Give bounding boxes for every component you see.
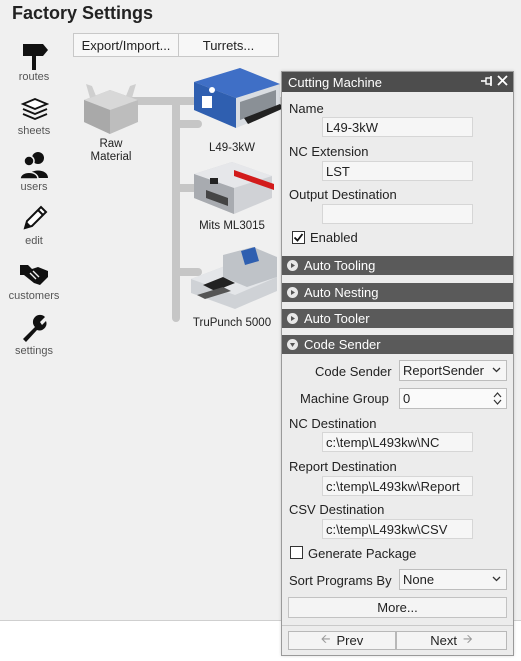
nav-routes[interactable]: routes	[0, 40, 68, 83]
arrow-right-icon: 🡪	[462, 632, 473, 646]
expand-icon	[287, 287, 298, 298]
close-icon[interactable]	[497, 75, 508, 86]
nav-sheets-label: sheets	[17, 125, 51, 137]
node-mits-ml3015[interactable]: Mits ML3015	[182, 156, 282, 233]
section-auto-nesting-label: Auto Nesting	[304, 285, 379, 300]
panel-title: Cutting Machine	[288, 74, 382, 90]
nav-users[interactable]: users	[0, 150, 68, 193]
laser-machine-icon	[194, 68, 284, 128]
code-sender-select[interactable]: ReportSender	[399, 360, 507, 381]
arrow-left-icon: 🡨	[320, 632, 331, 646]
collapse-icon	[287, 339, 298, 350]
nc-extension-label: NC Extension	[289, 144, 369, 159]
csv-destination-field[interactable]: c:\temp\L493kw\CSV	[322, 519, 473, 539]
expand-icon	[287, 260, 298, 271]
name-label: Name	[289, 101, 324, 116]
node-raw-material[interactable]: Raw Material	[76, 78, 146, 164]
page-title: Factory Settings	[12, 3, 154, 23]
export-import-button[interactable]: Export/Import...	[73, 33, 179, 57]
panel-header: Cutting Machine	[282, 72, 513, 92]
node-trupunch-5000-label: TruPunch 5000	[192, 317, 272, 329]
section-auto-tooling-label: Auto Tooling	[304, 258, 376, 273]
machine-group-stepper[interactable]: 0	[399, 388, 507, 409]
next-label: Next	[430, 633, 457, 648]
node-raw-material-label: Raw Material	[90, 138, 132, 163]
sheets-icon	[20, 98, 49, 120]
handshake-icon	[20, 265, 48, 285]
nc-destination-field[interactable]: c:\temp\L493kw\NC	[322, 432, 473, 452]
chevron-down-icon	[492, 576, 501, 582]
checkmark-icon	[293, 233, 304, 242]
cutting-machine-panel: Cutting Machine Name L49-3kW NC Extensio…	[281, 71, 514, 656]
output-destination-field[interactable]	[322, 204, 473, 224]
generate-package-checkbox[interactable]	[290, 546, 303, 559]
prev-label: Prev	[336, 633, 364, 648]
pencil-icon	[23, 205, 48, 230]
sort-programs-value: None	[403, 572, 435, 587]
raw-material-bin-icon	[84, 84, 138, 134]
laser-machine-icon	[194, 162, 274, 214]
nav-settings-label: settings	[15, 345, 53, 357]
sort-programs-label: Sort Programs By	[289, 573, 392, 588]
report-destination-field[interactable]: c:\temp\L493kw\Report	[322, 476, 473, 496]
chevron-down-icon	[492, 367, 501, 373]
section-auto-nesting[interactable]: Auto Nesting	[282, 283, 513, 302]
nav-edit-label: edit	[25, 235, 43, 247]
spin-arrows-icon[interactable]	[493, 391, 502, 406]
sort-programs-select[interactable]: None	[399, 569, 507, 590]
code-sender-value: ReportSender	[403, 363, 484, 378]
section-code-sender-label: Code Sender	[304, 337, 381, 352]
nav-edit[interactable]: edit	[0, 204, 68, 247]
more-button[interactable]: More...	[288, 597, 507, 618]
section-auto-tooling[interactable]: Auto Tooling	[282, 256, 513, 275]
csv-destination-label: CSV Destination	[289, 502, 385, 517]
turrets-button[interactable]: Turrets...	[178, 33, 279, 57]
nav-settings[interactable]: settings	[0, 314, 68, 357]
next-button[interactable]: Next 🡪	[396, 631, 507, 650]
section-auto-tooler[interactable]: Auto Tooler	[282, 309, 513, 328]
node-trupunch-5000[interactable]: TruPunch 5000	[182, 247, 282, 330]
panel-divider	[282, 625, 513, 626]
nav-routes-label: routes	[18, 71, 50, 83]
node-l49-3kw[interactable]: L49-3kW	[180, 62, 284, 155]
users-icon	[19, 152, 48, 180]
report-destination-label: Report Destination	[289, 459, 397, 474]
route-connector	[172, 97, 180, 322]
signpost-icon	[23, 44, 48, 70]
nav-sheets[interactable]: sheets	[0, 96, 68, 137]
section-auto-tooler-label: Auto Tooler	[304, 311, 370, 326]
section-code-sender[interactable]: Code Sender	[282, 335, 513, 354]
machine-group-label: Machine Group	[300, 391, 389, 406]
generate-package-label: Generate Package	[308, 546, 417, 561]
enabled-checkbox[interactable]	[292, 231, 305, 244]
name-field[interactable]: L49-3kW	[322, 117, 473, 137]
nav-users-label: users	[20, 181, 48, 193]
wrench-icon	[23, 314, 47, 342]
node-mits-ml3015-label: Mits ML3015	[199, 220, 265, 232]
output-destination-label: Output Destination	[289, 187, 397, 202]
pin-icon[interactable]	[480, 75, 493, 87]
prev-button[interactable]: 🡨 Prev	[288, 631, 396, 650]
code-sender-label: Code Sender	[315, 364, 392, 379]
nc-destination-label: NC Destination	[289, 416, 377, 431]
nav-customers[interactable]: customers	[0, 259, 68, 302]
nc-extension-field[interactable]: LST	[322, 161, 473, 181]
punch-machine-icon	[191, 247, 277, 309]
machine-group-value: 0	[403, 391, 411, 406]
node-l49-3kw-label: L49-3kW	[208, 142, 256, 154]
enabled-label: Enabled	[310, 230, 358, 245]
expand-icon	[287, 313, 298, 324]
nav-customers-label: customers	[8, 290, 60, 302]
